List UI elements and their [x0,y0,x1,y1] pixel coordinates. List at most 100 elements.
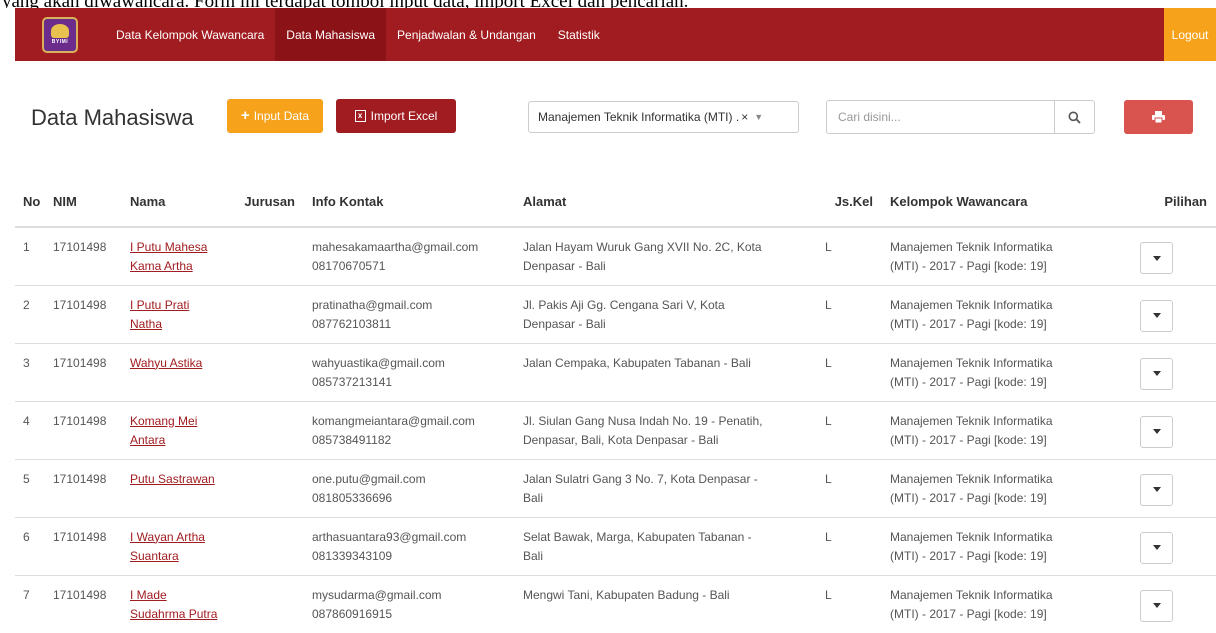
table-row: 4 17101498 Komang Mei Antara komangmeiant… [15,400,1216,459]
cell-nim: 17101498 [45,400,122,459]
search-input[interactable] [827,101,1054,133]
header-js-kel[interactable]: Js.Kel [807,176,882,228]
clear-selection-icon[interactable]: × [741,110,748,124]
header-no[interactable]: No [15,176,45,228]
print-button[interactable] [1124,100,1193,134]
cell-js-kel: L [807,458,882,517]
import-excel-button[interactable]: x Import Excel [336,99,456,133]
caret-down-icon [1152,487,1161,492]
cell-kelompok: Manajemen Teknik Informatika (MTI) - 2017… [882,574,1124,633]
student-name-link[interactable]: Komang Mei Antara [130,414,197,447]
email: mysudarma@gmail.com [312,587,442,602]
table-row: 2 17101498 I Putu Prati Natha pratinatha@… [15,284,1216,343]
student-name-link[interactable]: I Putu Mahesa Kama Artha [130,240,207,273]
nav-item-data-mahasiswa[interactable]: Data Mahasiswa [275,8,387,61]
options-dropdown-button[interactable] [1140,589,1173,622]
document-caption: yang akan diwawancara. Form ini terdapat… [0,0,1216,8]
cell-kelompok: Manajemen Teknik Informatika (MTI) - 2017… [882,226,1124,285]
mahasiswa-table: No NIM Nama Jurusan Info Kontak Alamat J… [15,176,1216,633]
nav-item-data-kelompok[interactable]: Data Kelompok Wawancara [105,8,275,61]
phone: 087762103811 [312,316,392,331]
options-dropdown-button[interactable] [1140,415,1173,448]
jurusan-select-value: Manajemen Teknik Informatika (MTI) . [538,110,740,124]
cell-alamat: Jl. Siulan Gang Nusa Indah No. 19 - Pena… [515,400,807,459]
cell-nim: 17101498 [45,226,122,285]
header-nama[interactable]: Nama [122,176,230,228]
header-kelompok[interactable]: Kelompok Wawancara [882,176,1124,228]
logo-container[interactable]: BYIMI [15,8,105,61]
import-excel-label: Import Excel [370,109,438,123]
caret-down-icon [1152,545,1161,550]
cell-js-kel: L [807,574,882,633]
cell-jurusan [230,458,304,517]
search-button[interactable] [1054,101,1094,133]
email: mahesakamaartha@gmail.com [312,240,479,254]
cell-info-kontak: arthasuantara93@gmail.com 081339343109 [304,516,515,575]
options-dropdown-button[interactable] [1140,299,1173,332]
student-name-link[interactable]: Wahyu Astika [130,356,202,370]
caret-down-icon [1152,603,1161,608]
header-nim[interactable]: NIM [45,176,122,228]
cell-nim: 17101498 [45,574,122,633]
toolbar: Data Mahasiswa + Input Data x Import Exc… [15,95,1216,140]
cell-nama: I Made Sudahrma Putra [122,574,230,633]
options-dropdown-button[interactable] [1140,473,1173,506]
cell-nama: Putu Sastrawan [122,458,230,517]
input-data-label: Input Data [253,109,310,123]
nav-item-penjadwalan[interactable]: Penjadwalan & Undangan [386,8,547,61]
student-name-link[interactable]: I Putu Prati Natha [130,298,189,331]
cell-nim: 17101498 [45,516,122,575]
student-name-link[interactable]: Putu Sastrawan [130,472,215,486]
cell-info-kontak: pratinatha@gmail.com 087762103811 [304,284,515,343]
cell-alamat: Jalan Hayam Wuruk Gang XVII No. 2C, Kota… [515,226,807,285]
cell-pilihan [1124,342,1216,401]
page-title: Data Mahasiswa [31,105,194,130]
header-jurusan[interactable]: Jurusan [230,176,304,228]
student-name-link[interactable]: I Made Sudahrma Putra [130,588,217,621]
header-info-kontak[interactable]: Info Kontak [304,176,515,228]
email: komangmeiantara@gmail.com [312,413,475,428]
cell-no: 5 [15,458,45,517]
phone: 085738491182 [312,432,392,447]
cell-info-kontak: one.putu@gmail.com 081805336696 [304,458,515,517]
cell-jurusan [230,516,304,575]
cell-nim: 17101498 [45,458,122,517]
mahasiswa-table-container: No NIM Nama Jurusan Info Kontak Alamat J… [15,176,1216,633]
options-dropdown-button[interactable] [1140,531,1173,564]
phone: 081339343109 [312,548,393,563]
header-alamat[interactable]: Alamat [515,176,807,228]
cell-js-kel: L [807,342,882,401]
cell-pilihan [1124,458,1216,517]
cell-alamat: Jl. Pakis Aji Gg. Cengana Sari V, Kota De… [515,284,807,343]
jurusan-select[interactable]: Manajemen Teknik Informatika (MTI) . × ▼ [528,101,799,133]
print-icon [1152,111,1165,123]
plus-icon: + [240,107,250,124]
table-row: 6 17101498 I Wayan Artha Suantara arthasu… [15,516,1216,575]
logout-button[interactable]: Logout [1164,8,1216,61]
options-dropdown-button[interactable] [1140,242,1173,274]
cell-no: 7 [15,574,45,633]
cell-no: 2 [15,284,45,343]
cell-nama: Wahyu Astika [122,342,230,401]
table-row: 7 17101498 I Made Sudahrma Putra mysudarm… [15,574,1216,633]
cell-nim: 17101498 [45,284,122,343]
header-pilihan: Pilihan [1124,176,1216,228]
top-navbar: BYIMI Data Kelompok Wawancara Data Mahas… [15,8,1216,61]
caret-down-icon [1152,371,1161,376]
cell-pilihan [1124,284,1216,343]
options-dropdown-button[interactable] [1140,357,1173,390]
email: arthasuantara93@gmail.com [312,529,467,544]
cell-pilihan [1124,516,1216,575]
input-data-button[interactable]: + Input Data [227,99,323,133]
nav-item-statistik[interactable]: Statistik [547,8,611,61]
table-row: 1 17101498 I Putu Mahesa Kama Artha mahes… [15,226,1216,285]
cell-nama: I Wayan Artha Suantara [122,516,230,575]
cell-js-kel: L [807,284,882,343]
email: wahyuastika@gmail.com [312,355,445,370]
cell-alamat: Jalan Cempaka, Kabupaten Tabanan - Bali [515,342,807,401]
cell-nama: I Putu Prati Natha [122,284,230,343]
student-name-link[interactable]: I Wayan Artha Suantara [130,530,205,563]
cell-js-kel: L [807,516,882,575]
excel-icon: x [354,110,366,122]
dropdown-arrow-icon[interactable]: ▼ [754,112,763,122]
